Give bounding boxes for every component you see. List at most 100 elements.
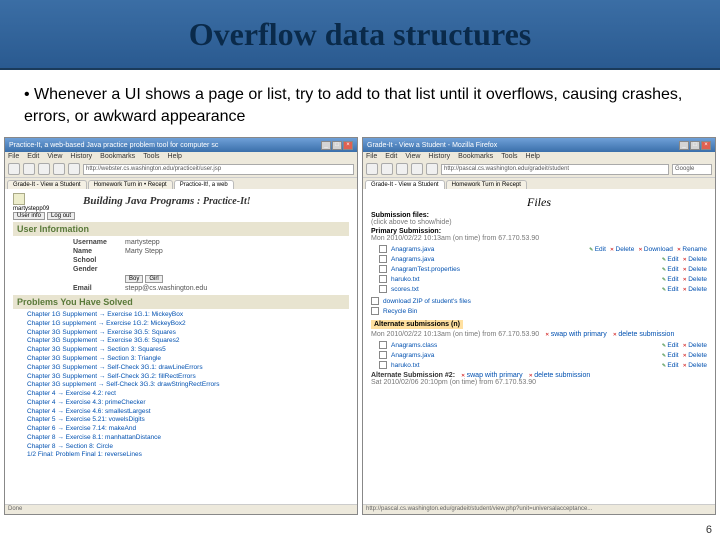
problem-link[interactable]: Chapter 4 → Exercise 4.3: primeChecker <box>27 399 349 408</box>
alternate-submissions-header[interactable]: Alternate submissions (n) <box>371 320 463 329</box>
problem-link[interactable]: 1/2 Final: Problem Final 1: reverseLines <box>27 451 349 460</box>
problem-link[interactable]: Chapter 3G Supplement → Section 3: Squar… <box>27 346 349 355</box>
stop-icon[interactable] <box>411 163 423 175</box>
file-action-link[interactable]: Delete <box>683 362 707 369</box>
forward-icon[interactable] <box>381 163 393 175</box>
alt2-time: Sat 2010/02/06 20:10pm (on time) from 67… <box>371 379 707 386</box>
menu-item[interactable]: Bookmarks <box>458 153 493 160</box>
gender-girl-button[interactable]: Girl <box>145 275 162 283</box>
file-action-link[interactable]: Delete <box>610 246 634 253</box>
file-action-link[interactable]: Download <box>638 246 673 253</box>
search-box[interactable]: Google <box>672 164 712 175</box>
file-link[interactable]: Anagrams.java <box>391 352 434 359</box>
file-action-link[interactable]: Delete <box>683 256 707 263</box>
close-button[interactable]: × <box>701 141 711 150</box>
file-action-link[interactable]: Edit <box>589 246 606 253</box>
back-icon[interactable] <box>366 163 378 175</box>
field-value: martystepp <box>125 239 160 246</box>
back-icon[interactable] <box>8 163 20 175</box>
file-link[interactable]: Anagrams.java <box>391 246 434 253</box>
reload-icon[interactable] <box>38 163 50 175</box>
address-bar[interactable]: http://webster.cs.washington.edu/practic… <box>83 164 354 175</box>
home-icon[interactable] <box>68 163 80 175</box>
gender-boy-button[interactable]: Boy <box>125 275 143 283</box>
menu-item[interactable]: Tools <box>501 153 517 160</box>
file-link[interactable]: Anagrams.class <box>391 342 437 349</box>
home-icon[interactable] <box>426 163 438 175</box>
file-action-link[interactable]: Delete <box>683 286 707 293</box>
problem-link[interactable]: Chapter 8 → Exercise 8.1: manhattanDista… <box>27 434 349 443</box>
problem-link[interactable]: Chapter 1G Supplement → Exercise 1G.1: M… <box>27 311 349 320</box>
menu-item[interactable]: Bookmarks <box>100 153 135 160</box>
problem-link[interactable]: Chapter 3G Supplement → Exercise 3G.6: S… <box>27 337 349 346</box>
swap-primary-link[interactable]: swap with primary <box>461 372 523 379</box>
minimize-button[interactable]: _ <box>679 141 689 150</box>
file-link[interactable]: haruko.txt <box>391 276 420 283</box>
right-browser-window: Grade-It - View a Student - Mozilla Fire… <box>362 137 716 515</box>
menu-item[interactable]: View <box>405 153 420 160</box>
minimize-button[interactable]: _ <box>321 141 331 150</box>
file-action-link[interactable]: Delete <box>683 276 707 283</box>
problem-link[interactable]: Chapter 8 → Section 8: Circle <box>27 443 349 452</box>
reload-icon[interactable] <box>396 163 408 175</box>
menu-item[interactable]: History <box>428 153 450 160</box>
file-link[interactable]: Anagrams.java <box>391 256 434 263</box>
logout-button[interactable]: Log out <box>47 212 75 220</box>
menu-item[interactable]: Help <box>168 153 182 160</box>
problem-link[interactable]: Chapter 6 → Exercise 7.14: makeAnd <box>27 425 349 434</box>
file-action-link[interactable]: Delete <box>683 352 707 359</box>
file-action-link[interactable]: Edit <box>662 286 679 293</box>
menu-item[interactable]: History <box>70 153 92 160</box>
file-action-link[interactable]: Edit <box>662 256 679 263</box>
tab[interactable]: Grade-It - View a Student <box>7 180 87 189</box>
file-action-link[interactable]: Edit <box>662 276 679 283</box>
swap-primary-link[interactable]: swap with primary <box>545 331 607 338</box>
menu-item[interactable]: Tools <box>143 153 159 160</box>
menu-item[interactable]: Edit <box>385 153 397 160</box>
file-icon <box>379 265 387 273</box>
tab[interactable]: Homework Turn in Recept <box>446 180 527 189</box>
file-link[interactable]: AnagramTest.properties <box>391 266 460 273</box>
file-link[interactable]: scores.txt <box>391 286 419 293</box>
file-action-link[interactable]: Rename <box>677 246 707 253</box>
menu-item[interactable]: View <box>47 153 62 160</box>
menu-item[interactable]: Help <box>526 153 540 160</box>
maximize-button[interactable]: □ <box>332 141 342 150</box>
problem-link[interactable]: Chapter 3G Supplement → Exercise 3G.5: S… <box>27 329 349 338</box>
problem-link[interactable]: Chapter 3G Supplement → Self-Check 3G.2:… <box>27 373 349 382</box>
tab[interactable]: Homework Turn in • Recept <box>88 180 173 189</box>
file-action-link[interactable]: Edit <box>662 362 679 369</box>
problem-link[interactable]: Chapter 3G Supplement → Self-Check 3G.1:… <box>27 364 349 373</box>
file-link[interactable]: haruko.txt <box>391 362 420 369</box>
download-all-link[interactable]: download ZIP of student's files <box>383 298 471 305</box>
forward-icon[interactable] <box>23 163 35 175</box>
delete-submission-link[interactable]: delete submission <box>529 372 591 379</box>
submission-files-label: Submission files: <box>371 212 707 219</box>
problem-link[interactable]: Chapter 5 → Exercise 5.21: vowelsDigits <box>27 416 349 425</box>
problem-link[interactable]: Chapter 3G Supplement → Section 3: Trian… <box>27 355 349 364</box>
right-menubar: File Edit View History Bookmarks Tools H… <box>363 152 715 161</box>
menu-item[interactable]: Edit <box>27 153 39 160</box>
file-action-link[interactable]: Edit <box>662 342 679 349</box>
close-button[interactable]: × <box>343 141 353 150</box>
menu-item[interactable]: File <box>8 153 19 160</box>
tab-active[interactable]: Grade-It - View a Student <box>365 180 445 189</box>
menu-item[interactable]: File <box>366 153 377 160</box>
file-action-link[interactable]: Delete <box>683 266 707 273</box>
problem-link[interactable]: Chapter 4 → Exercise 4.6: smallestLarges… <box>27 408 349 417</box>
file-action-link[interactable]: Delete <box>683 342 707 349</box>
stop-icon[interactable] <box>53 163 65 175</box>
user-info-button[interactable]: User info <box>13 212 45 220</box>
problem-link[interactable]: Chapter 1G supplement → Exercise 1G.2: M… <box>27 320 349 329</box>
file-action-link[interactable]: Edit <box>662 352 679 359</box>
left-menubar: File Edit View History Bookmarks Tools H… <box>5 152 357 161</box>
problem-link[interactable]: Chapter 3G supplement → Self-Check 3G.3:… <box>27 381 349 390</box>
file-icon <box>379 245 387 253</box>
address-bar[interactable]: http://pascal.cs.washington.edu/gradeit/… <box>441 164 669 175</box>
file-action-link[interactable]: Edit <box>662 266 679 273</box>
tab-active[interactable]: Practice-It!, a web <box>174 180 234 189</box>
delete-submission-link[interactable]: delete submission <box>613 331 675 338</box>
problem-link[interactable]: Chapter 4 → Exercise 4.2: rect <box>27 390 349 399</box>
maximize-button[interactable]: □ <box>690 141 700 150</box>
recycle-bin-link[interactable]: Recycle Bin <box>383 308 417 315</box>
